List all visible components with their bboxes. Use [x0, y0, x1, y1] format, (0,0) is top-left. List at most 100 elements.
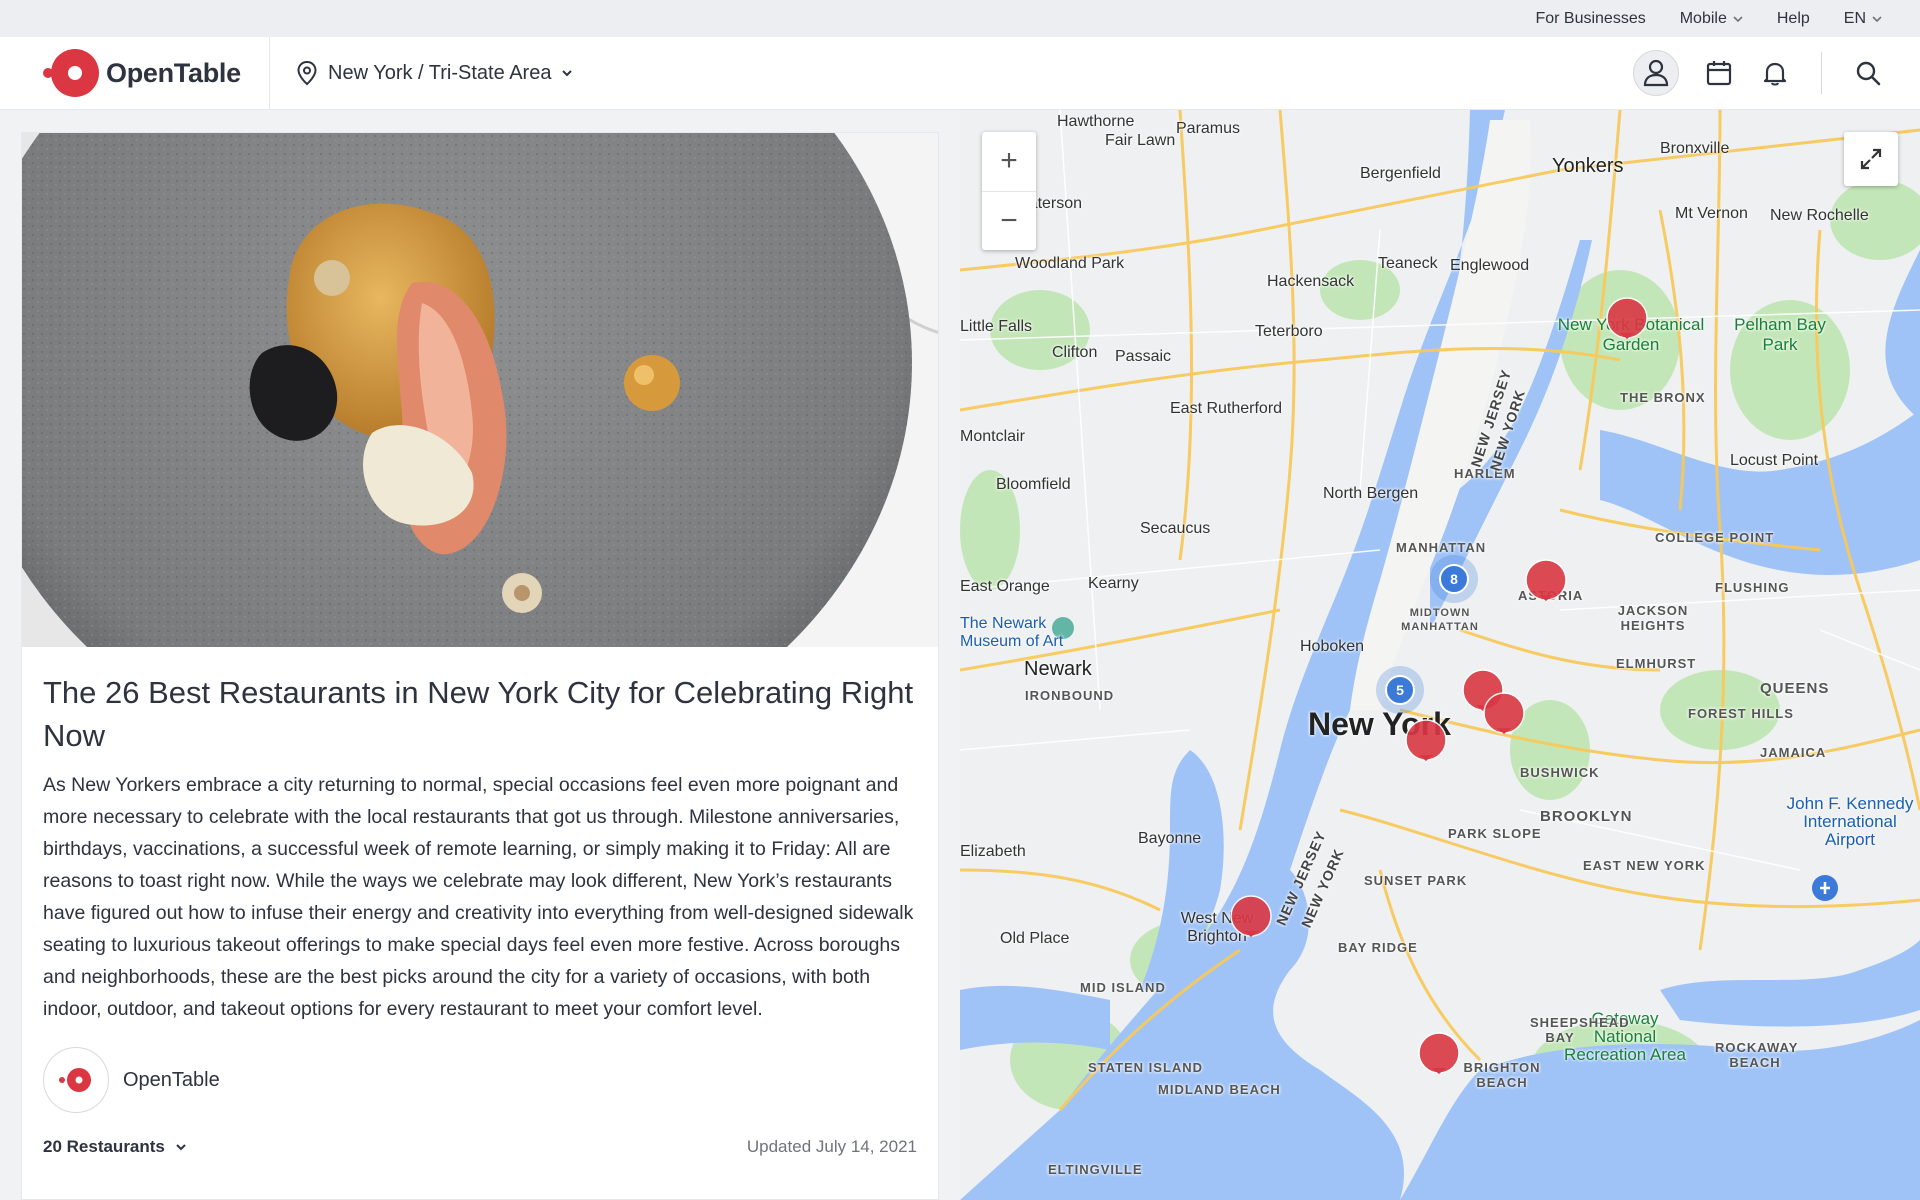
restaurant-marker[interactable] [1230, 895, 1272, 937]
map-label-flushing: FLUSHING [1715, 580, 1790, 595]
map-label-kearny: Kearny [1088, 575, 1139, 592]
map-label-midtown: MIDTOWN MANHATTAN [1401, 607, 1479, 633]
map-label-hawthorne: Hawthorne [1057, 113, 1135, 130]
main-header: OpenTable New York / Tri-State Area [0, 37, 1920, 110]
map-cluster-downtown[interactable]: 5 [1376, 666, 1424, 714]
map-fullscreen-button[interactable] [1844, 132, 1898, 186]
article-meta: 20 Restaurants Updated July 14, 2021 [43, 1137, 917, 1157]
map-label-east-rutherford: East Rutherford [1170, 400, 1283, 417]
map-label-sunset-park: SUNSET PARK [1364, 873, 1468, 888]
map-label-ironbound: IRONBOUND [1025, 688, 1115, 703]
restaurant-marker[interactable] [1405, 719, 1447, 761]
search-icon [1856, 61, 1881, 86]
calendar-icon [1706, 61, 1732, 86]
updated-date: Updated July 14, 2021 [746, 1137, 917, 1156]
restaurant-map[interactable]: Yonkers Bronxville Mt Vernon New Rochell… [960, 110, 1920, 1200]
chevron-down-icon [1872, 15, 1882, 22]
opentable-logo-icon [43, 49, 99, 97]
map-label-park-slope: PARK SLOPE [1448, 826, 1542, 841]
article-intro: As New Yorkers embrace a city returning … [43, 774, 914, 1020]
map-label-newark-museum: The Newark Museum of Art [960, 615, 1064, 650]
chevron-down-icon [176, 1144, 186, 1151]
article-body: The 26 Best Restaurants in New York City… [22, 647, 938, 1157]
author-row[interactable]: OpenTable [43, 1047, 917, 1113]
map-label-bayonne: Bayonne [1138, 830, 1202, 847]
map-label-newark: Newark [1024, 658, 1092, 680]
map-label-montclair: Montclair [960, 428, 1025, 445]
map-label-jamaica: JAMAICA [1760, 745, 1827, 760]
mobile-menu[interactable]: Mobile [1680, 10, 1743, 28]
map-label-teterboro: Teterboro [1255, 323, 1323, 340]
map-label-staten-island: STATEN ISLAND [1088, 1060, 1204, 1075]
search-button[interactable] [1852, 57, 1884, 89]
user-icon [1643, 59, 1669, 87]
map-cluster-midtown[interactable]: 8 [1430, 555, 1478, 603]
reservations-button[interactable] [1703, 57, 1735, 89]
map-label-pelham-bay: Pelham Bay Park [1734, 315, 1826, 354]
restaurant-marker[interactable] [1606, 297, 1648, 339]
map-label-woodland-park: Woodland Park [1015, 255, 1125, 272]
restaurant-marker[interactable] [1525, 559, 1567, 601]
map-label-teaneck: Teaneck [1378, 255, 1438, 272]
map-label-forest-hills: FOREST HILLS [1688, 706, 1794, 721]
author-avatar [43, 1047, 109, 1113]
zoom-in-button[interactable]: + [982, 132, 1036, 191]
map-label-harlem: HARLEM [1454, 466, 1516, 481]
map-label-little-falls: Little Falls [960, 318, 1033, 335]
location-picker[interactable]: New York / Tri-State Area [270, 60, 573, 86]
map-label-elizabeth: Elizabeth [960, 843, 1026, 860]
map-label-queens: QUEENS [1760, 680, 1830, 697]
restaurant-count-toggle[interactable]: 20 Restaurants [43, 1137, 187, 1157]
restaurant-marker[interactable] [1418, 1032, 1460, 1074]
map-label-fair-lawn: Fair Lawn [1105, 132, 1176, 149]
map-label-hackensack: Hackensack [1267, 273, 1355, 290]
map-label-paramus: Paramus [1176, 120, 1241, 137]
map-zoom-controls: + − [982, 132, 1036, 250]
profile-button[interactable] [1633, 50, 1679, 96]
map-label-brighton-beach: BRIGHTON BEACH [1463, 1060, 1541, 1090]
map-label-rockaway-beach: ROCKAWAY BEACH [1715, 1040, 1799, 1070]
utility-bar: For Businesses Mobile Help EN [0, 0, 1920, 37]
map-label-clifton: Clifton [1052, 344, 1098, 361]
location-label: New York / Tri-State Area [328, 61, 552, 84]
map-label-brooklyn: BROOKLYN [1540, 808, 1633, 825]
opentable-logo[interactable]: OpenTable [0, 37, 270, 109]
map-label-bushwick: BUSHWICK [1520, 765, 1600, 780]
restaurant-count: 20 Restaurants [43, 1137, 165, 1156]
header-divider [1821, 52, 1822, 94]
plated-dish-image [22, 133, 938, 647]
map-label-sheepshead-bay: SHEEPSHEAD BAY [1530, 1015, 1630, 1045]
brand-name: OpenTable [106, 57, 241, 88]
zoom-out-button[interactable]: − [982, 190, 1036, 251]
map-label-east-orange: East Orange [960, 578, 1050, 595]
bell-icon [1763, 62, 1787, 86]
page-content: The 26 Best Restaurants in New York City… [0, 110, 1920, 1200]
expand-icon [1860, 148, 1882, 170]
map-label-bronxville: Bronxville [1660, 140, 1730, 157]
map-label-bay-ridge: BAY RIDGE [1338, 940, 1418, 955]
map-label-locust-point: Locust Point [1730, 452, 1819, 469]
map-label-bergenfield: Bergenfield [1360, 165, 1441, 182]
map-label-old-place: Old Place [1000, 930, 1070, 947]
map-label-yonkers: Yonkers [1552, 155, 1624, 177]
restaurant-marker[interactable] [1483, 692, 1525, 734]
map-label-passaic: Passaic [1115, 348, 1172, 365]
map-label-englewood: Englewood [1450, 257, 1530, 274]
opentable-logo-icon [59, 1068, 91, 1092]
article-title: The 26 Best Restaurants in New York City… [43, 675, 914, 753]
article-card: The 26 Best Restaurants in New York City… [21, 132, 939, 1200]
map-label-new-rochelle: New Rochelle [1770, 207, 1869, 224]
for-businesses-link[interactable]: For Businesses [1535, 10, 1645, 28]
cluster-count: 8 [1439, 564, 1469, 594]
language-selector[interactable]: EN [1844, 10, 1882, 28]
map-label-mid-island: MID ISLAND [1080, 980, 1166, 995]
map-label-college-point: COLLEGE POINT [1655, 530, 1775, 545]
help-link[interactable]: Help [1777, 10, 1810, 28]
map-label-bloomfield: Bloomfield [996, 476, 1071, 493]
notifications-button[interactable] [1759, 57, 1791, 89]
map-label-jfk: John F. Kennedy International Airport [1786, 794, 1914, 849]
map-label-hoboken: Hoboken [1300, 638, 1365, 655]
chevron-down-icon [1733, 15, 1743, 22]
map-label-manhattan: MANHATTAN [1396, 540, 1487, 555]
map-label-jackson-heights: JACKSON HEIGHTS [1617, 603, 1689, 633]
